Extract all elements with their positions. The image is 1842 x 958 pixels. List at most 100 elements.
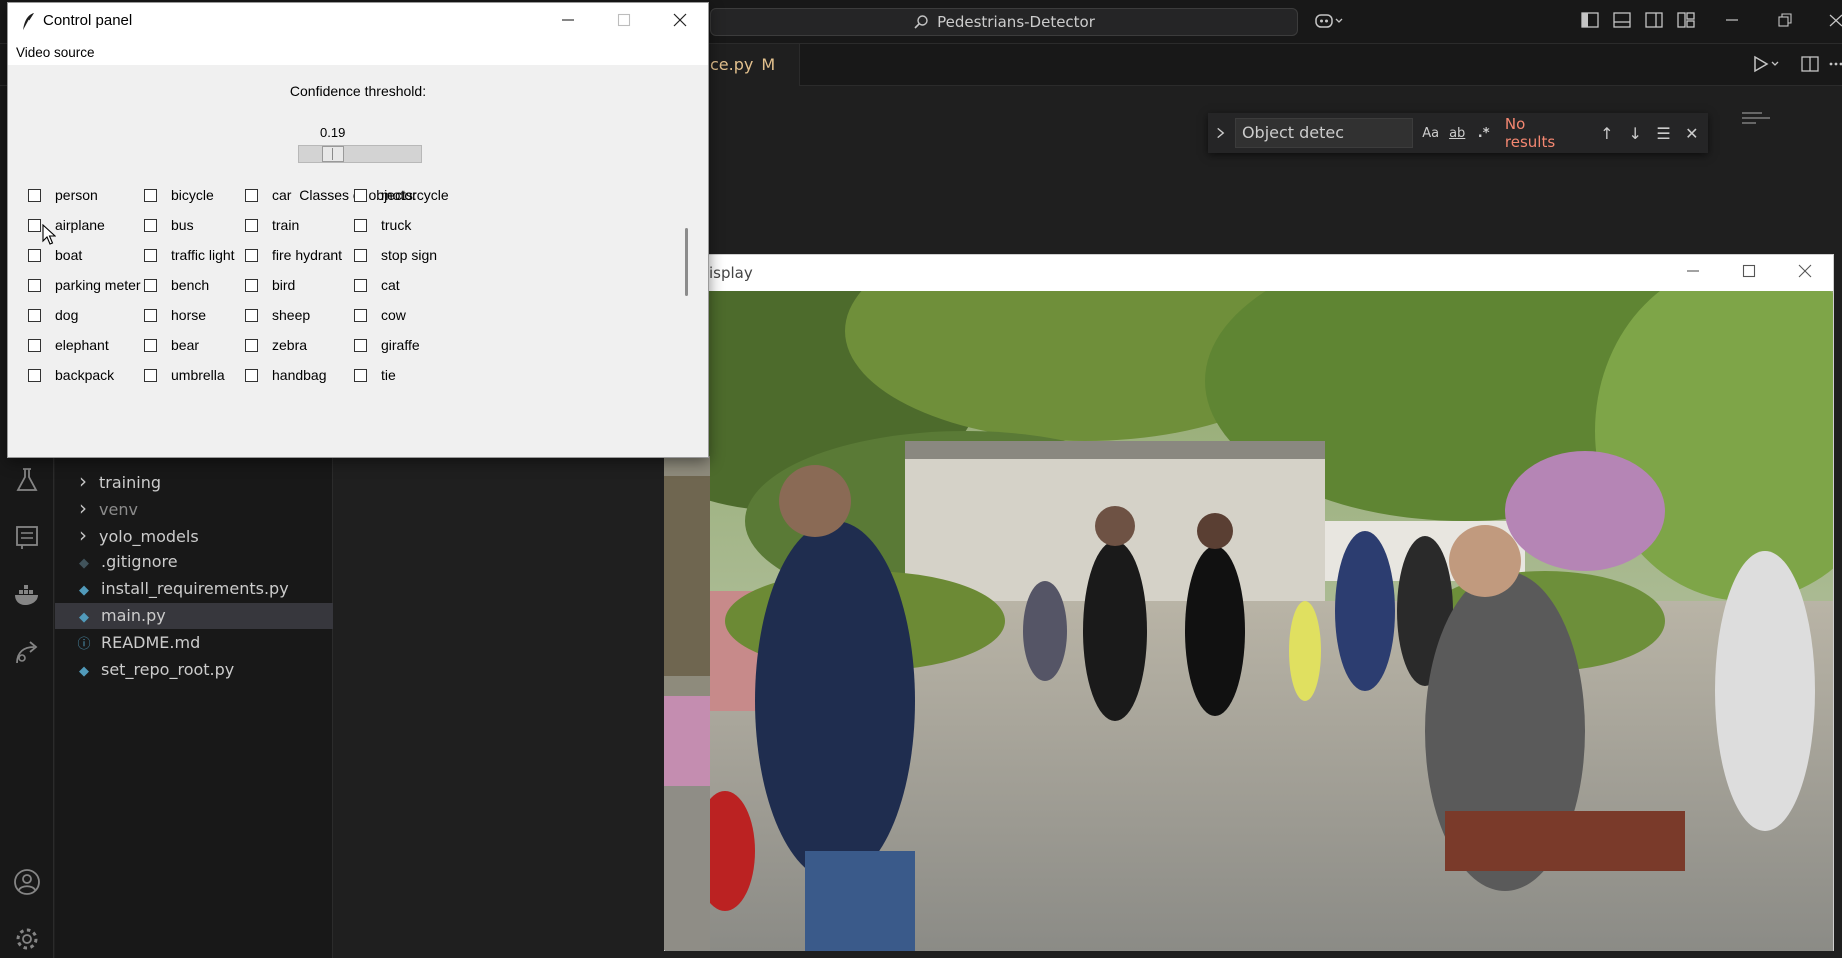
display-minimize-button[interactable] — [1665, 255, 1721, 291]
accounts-icon[interactable] — [12, 867, 42, 897]
checkbox-box[interactable] — [28, 368, 41, 382]
more-actions-icon[interactable] — [1826, 55, 1842, 75]
explorer-item[interactable]: ◆ main.py — [55, 603, 333, 629]
class-checkbox[interactable]: motorcycle — [354, 185, 449, 205]
class-checkbox[interactable]: bench — [144, 275, 209, 295]
slider-thumb[interactable] — [322, 146, 344, 162]
explorer-item[interactable]: ◆ set_repo_root.py — [55, 657, 333, 683]
checkbox-box[interactable] — [354, 368, 367, 382]
minimap[interactable] — [1742, 112, 1772, 136]
close-icon[interactable] — [1825, 12, 1842, 32]
class-checkbox[interactable]: airplane — [28, 215, 105, 235]
chevron-right-icon[interactable]: › — [73, 468, 93, 494]
checkbox-box[interactable] — [28, 188, 41, 202]
class-checkbox[interactable]: stop sign — [354, 245, 437, 265]
find-in-selection-icon[interactable]: ☰ — [1653, 124, 1673, 143]
checkbox-box[interactable] — [245, 308, 258, 322]
explorer-item[interactable]: ◆ .gitignore — [55, 549, 333, 575]
checkbox-box[interactable] — [354, 308, 367, 322]
class-checkbox[interactable]: person — [28, 185, 98, 205]
checkbox-box[interactable] — [245, 188, 258, 202]
checkbox-box[interactable] — [144, 218, 157, 232]
control-panel-title-bar[interactable]: Control panel — [8, 3, 708, 41]
live-share-icon[interactable] — [12, 638, 42, 668]
class-checkbox[interactable]: parking meter — [28, 275, 141, 295]
class-checkbox[interactable]: boat — [28, 245, 82, 265]
class-checkbox[interactable]: elephant — [28, 335, 109, 355]
checkbox-box[interactable] — [28, 278, 41, 292]
close-find-icon[interactable]: ✕ — [1682, 124, 1702, 143]
whole-word-toggle[interactable]: ab — [1448, 126, 1466, 141]
split-editor-icon[interactable] — [1800, 55, 1820, 75]
toggle-primary-sidebar-icon[interactable] — [1580, 12, 1600, 32]
class-checkbox[interactable]: handbag — [245, 365, 327, 385]
checkbox-box[interactable] — [245, 278, 258, 292]
match-case-toggle[interactable]: Aa — [1421, 126, 1439, 141]
checkbox-box[interactable] — [245, 218, 258, 232]
explorer-item[interactable]: › yolo_models — [55, 522, 333, 548]
explorer-item[interactable]: ◆ install_requirements.py — [55, 576, 333, 602]
display-close-button[interactable] — [1777, 255, 1833, 291]
cp-maximize-button[interactable] — [596, 3, 652, 41]
copilot-icon[interactable] — [1312, 12, 1348, 32]
checkbox-box[interactable] — [28, 338, 41, 352]
checkbox-box[interactable] — [144, 248, 157, 262]
checkbox-box[interactable] — [245, 338, 258, 352]
checkbox-box[interactable] — [354, 338, 367, 352]
menu-video-source[interactable]: Video source — [16, 45, 95, 60]
class-checkbox[interactable]: cow — [354, 305, 406, 325]
display-maximize-button[interactable] — [1721, 255, 1777, 291]
run-python-icon[interactable] — [1752, 55, 1779, 75]
chevron-right-icon[interactable]: › — [73, 495, 93, 521]
checkbox-box[interactable] — [144, 278, 157, 292]
class-checkbox[interactable]: bear — [144, 335, 199, 355]
explorer-item[interactable]: › venv — [55, 495, 333, 521]
class-checkbox[interactable]: cat — [354, 275, 400, 295]
checkbox-box[interactable] — [144, 188, 157, 202]
cp-minimize-button[interactable] — [540, 3, 596, 41]
class-checkbox[interactable]: zebra — [245, 335, 307, 355]
checkbox-box[interactable] — [354, 278, 367, 292]
tab-editor-file[interactable]: ce.py M — [700, 44, 800, 86]
checkbox-box[interactable] — [28, 248, 41, 262]
remote-explorer-icon[interactable] — [12, 522, 42, 552]
testing-flask-icon[interactable] — [12, 465, 42, 495]
checkbox-box[interactable] — [28, 308, 41, 322]
confidence-threshold-slider[interactable] — [298, 145, 422, 163]
checkbox-box[interactable] — [354, 248, 367, 262]
checkbox-box[interactable] — [28, 218, 41, 232]
class-checkbox[interactable]: backpack — [28, 365, 114, 385]
toggle-panel-icon[interactable] — [1612, 12, 1632, 32]
class-checkbox[interactable]: sheep — [245, 305, 310, 325]
checkbox-box[interactable] — [354, 218, 367, 232]
explorer-item[interactable]: ⓘ README.md — [55, 630, 333, 656]
class-checkbox[interactable]: fire hydrant — [245, 245, 342, 265]
cp-close-button[interactable] — [652, 3, 708, 41]
checkbox-box[interactable] — [245, 368, 258, 382]
classes-scrollbar[interactable] — [685, 228, 688, 296]
explorer-item[interactable]: › training — [55, 468, 333, 494]
command-center[interactable]: Pedestrians-Detector — [710, 8, 1298, 36]
toggle-secondary-sidebar-icon[interactable] — [1644, 12, 1664, 32]
checkbox-box[interactable] — [144, 338, 157, 352]
class-checkbox[interactable]: truck — [354, 215, 411, 235]
minimize-icon[interactable] — [1722, 12, 1742, 32]
class-checkbox[interactable]: train — [245, 215, 299, 235]
class-checkbox[interactable]: bicycle — [144, 185, 214, 205]
class-checkbox[interactable]: tie — [354, 365, 396, 385]
chevron-right-icon[interactable]: › — [73, 522, 93, 548]
checkbox-box[interactable] — [354, 188, 367, 202]
arrow-down-icon[interactable]: ↓ — [1625, 124, 1645, 143]
class-checkbox[interactable]: umbrella — [144, 365, 225, 385]
class-checkbox[interactable]: horse — [144, 305, 206, 325]
regex-toggle[interactable]: .* — [1474, 126, 1492, 141]
find-input[interactable]: Object detec — [1234, 118, 1414, 148]
class-checkbox[interactable]: bus — [144, 215, 194, 235]
class-checkbox[interactable]: dog — [28, 305, 78, 325]
class-checkbox[interactable]: traffic light — [144, 245, 235, 265]
display-title-bar[interactable]: isplay — [665, 255, 1833, 291]
chevron-right-icon[interactable] — [1214, 125, 1227, 141]
checkbox-box[interactable] — [245, 248, 258, 262]
checkbox-box[interactable] — [144, 308, 157, 322]
restore-icon[interactable] — [1775, 12, 1795, 32]
